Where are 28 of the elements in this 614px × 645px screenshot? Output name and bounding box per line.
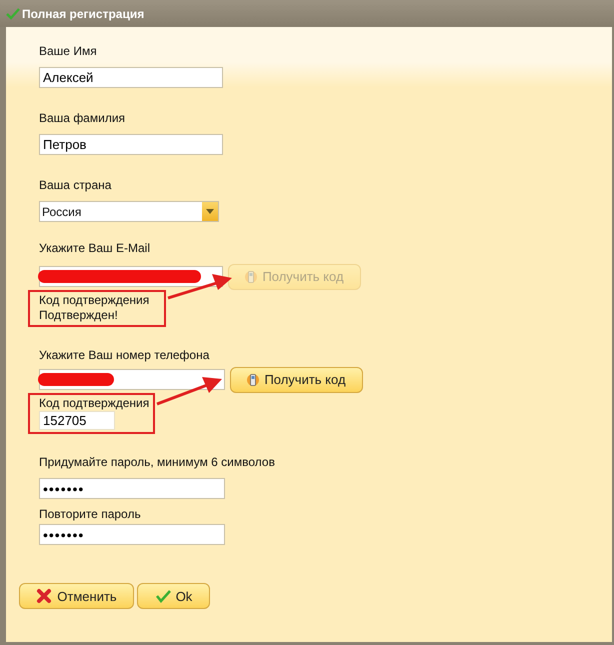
email-field[interactable]	[39, 266, 223, 287]
close-icon	[36, 588, 52, 604]
phone-icon	[247, 372, 260, 388]
password-field[interactable]: •••••••	[39, 478, 225, 499]
field-label: Повторите пароль	[39, 506, 142, 522]
checkmark-icon	[6, 8, 20, 20]
checkmark-icon	[154, 589, 171, 603]
field-label: Придумайте пароль, минимум 6 символов	[39, 454, 276, 470]
password-field[interactable]: •••••••	[39, 524, 225, 545]
confirmation-status: Подтвержден!	[39, 308, 119, 323]
field-label: Укажите Ваш E-Mail	[39, 240, 152, 256]
code-field[interactable]: 152705	[39, 411, 115, 430]
text-field[interactable]: Петров	[39, 134, 223, 155]
field-label: Ваша фамилия	[39, 110, 126, 126]
country-dropdown[interactable]: Россия	[39, 201, 219, 222]
ok-button[interactable]: Ok	[137, 583, 210, 609]
get-code-button[interactable]: Получить код	[230, 366, 363, 392]
field-label: Ваше Имя	[39, 43, 98, 59]
confirmation-label: Код подтверждения	[39, 396, 150, 411]
field-label: Ваша страна	[39, 177, 112, 193]
phone-icon	[245, 268, 258, 284]
confirmation-label: Код подтверждения	[39, 293, 150, 308]
text-field[interactable]: Алексей	[39, 67, 223, 88]
phone-field[interactable]	[39, 369, 225, 390]
cancel-button[interactable]: Отменить	[19, 583, 134, 609]
dropdown-arrow-icon	[206, 209, 214, 214]
window-title: Полная регистрация	[22, 6, 144, 20]
field-label: Укажите Ваш номер телефона	[39, 347, 210, 363]
